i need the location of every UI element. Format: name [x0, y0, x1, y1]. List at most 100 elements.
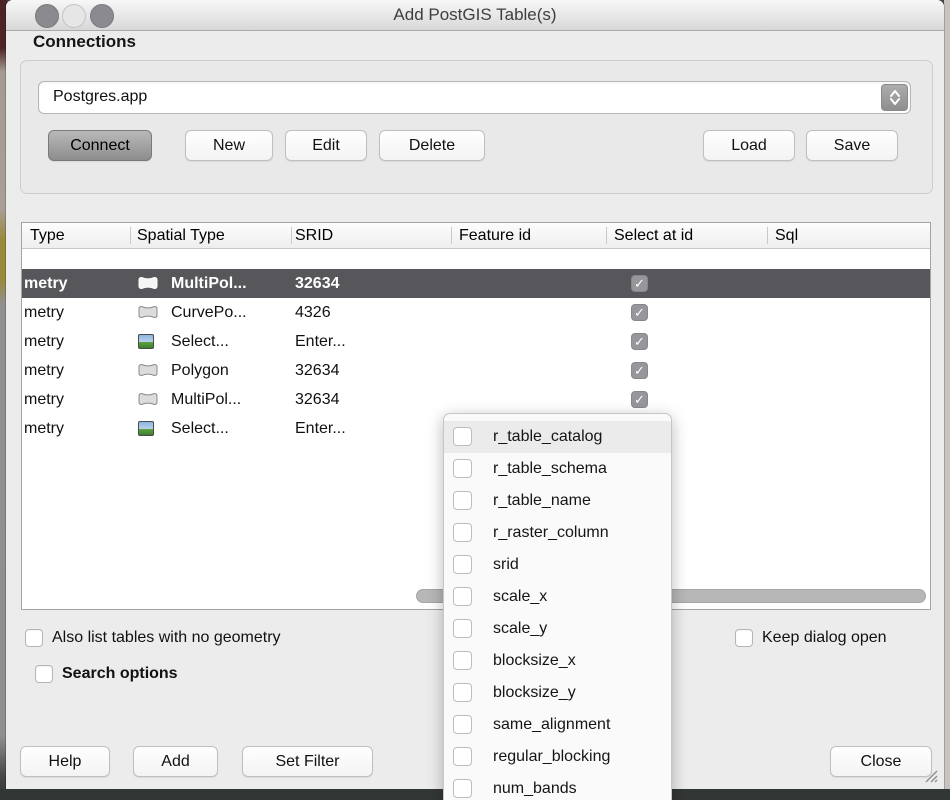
cell-type: metry: [24, 414, 64, 443]
popup-item-checkbox[interactable]: [453, 427, 472, 446]
popup-list-item[interactable]: scale_y: [444, 613, 671, 645]
column-separator: [130, 227, 131, 244]
polygon-icon: [137, 276, 159, 290]
table-row[interactable]: metry MultiPol... 32634: [22, 269, 930, 298]
table-header: Type Spatial Type SRID Feature id Select…: [22, 223, 930, 249]
popup-item-label: blocksize_y: [493, 677, 576, 709]
column-header-sql[interactable]: Sql: [775, 223, 798, 248]
cell-srid: 4326: [295, 298, 331, 327]
popup-list-item[interactable]: r_table_name: [444, 485, 671, 517]
combobox-stepper[interactable]: [881, 84, 908, 111]
popup-item-label: blocksize_x: [493, 645, 576, 677]
popup-item-label: r_table_catalog: [493, 421, 602, 453]
keep-dialog-open-checkbox[interactable]: [735, 629, 753, 647]
popup-list-item[interactable]: scale_x: [444, 581, 671, 613]
table-row[interactable]: metry Select... Enter...: [22, 327, 930, 356]
popup-item-checkbox[interactable]: [453, 491, 472, 510]
cell-spatial-type: MultiPol...: [171, 269, 247, 298]
popup-list-item[interactable]: blocksize_y: [444, 677, 671, 709]
popup-list-item[interactable]: same_alignment: [444, 709, 671, 741]
select-at-id-checkbox[interactable]: [631, 275, 648, 292]
cell-type: metry: [24, 385, 64, 414]
polygon-icon: [137, 305, 159, 319]
popup-item-label: scale_x: [493, 581, 547, 613]
resize-grip-icon[interactable]: [920, 765, 940, 785]
popup-item-label: r_raster_column: [493, 517, 609, 549]
popup-list-item[interactable]: r_raster_column: [444, 517, 671, 549]
popup-item-label: regular_blocking: [493, 741, 610, 773]
cell-spatial-type: Polygon: [171, 356, 229, 385]
column-separator: [606, 227, 607, 244]
connection-combobox[interactable]: Postgres.app: [38, 81, 911, 114]
popup-list-item[interactable]: r_table_catalog: [444, 421, 671, 453]
also-list-tables-checkbox[interactable]: [25, 629, 43, 647]
keep-dialog-open-label: Keep dialog open: [762, 629, 887, 647]
popup-list-item[interactable]: blocksize_x: [444, 645, 671, 677]
connection-combobox-value: Postgres.app: [53, 82, 147, 112]
add-button[interactable]: Add: [133, 746, 218, 777]
select-at-id-checkbox[interactable]: [631, 304, 648, 321]
column-header-select-at-id[interactable]: Select at id: [614, 223, 693, 248]
column-header-feature-id[interactable]: Feature id: [459, 223, 531, 248]
cell-spatial-type: CurvePo...: [171, 298, 247, 327]
help-button[interactable]: Help: [20, 746, 110, 777]
raster-icon: [138, 421, 154, 436]
select-at-id-checkbox[interactable]: [631, 333, 648, 350]
column-separator: [451, 227, 452, 244]
edit-button[interactable]: Edit: [285, 130, 367, 161]
search-options-checkbox[interactable]: [35, 665, 53, 683]
popup-item-checkbox[interactable]: [453, 555, 472, 574]
connections-group-label: Connections: [33, 32, 136, 52]
set-filter-button[interactable]: Set Filter: [242, 746, 373, 777]
popup-list-item[interactable]: num_bands: [444, 773, 671, 800]
cell-srid: Enter...: [295, 327, 346, 356]
popup-item-checkbox[interactable]: [453, 779, 472, 798]
popup-item-label: srid: [493, 549, 519, 581]
window-title: Add PostGIS Table(s): [6, 0, 944, 30]
cell-srid: 32634: [295, 356, 340, 385]
popup-item-label: same_alignment: [493, 709, 610, 741]
popup-list-item[interactable]: srid: [444, 549, 671, 581]
column-separator: [291, 227, 292, 244]
cell-type: metry: [24, 269, 68, 298]
new-button[interactable]: New: [185, 130, 273, 161]
search-options-label: Search options: [62, 665, 178, 683]
column-header-spatial-type[interactable]: Spatial Type: [137, 223, 225, 248]
save-button[interactable]: Save: [806, 130, 898, 161]
cell-spatial-type: Select...: [171, 414, 229, 443]
load-button[interactable]: Load: [703, 130, 795, 161]
popup-item-checkbox[interactable]: [453, 683, 472, 702]
also-list-tables-label: Also list tables with no geometry: [52, 629, 281, 647]
cell-spatial-type: MultiPol...: [171, 385, 241, 414]
desktop-edge-right: [944, 0, 950, 800]
chevron-up-icon: [889, 89, 901, 97]
table-row[interactable]: metry Polygon 32634: [22, 356, 930, 385]
chevron-down-icon: [889, 98, 901, 106]
popup-item-checkbox[interactable]: [453, 651, 472, 670]
popup-list-item[interactable]: regular_blocking: [444, 741, 671, 773]
popup-item-checkbox[interactable]: [453, 587, 472, 606]
delete-button[interactable]: Delete: [379, 130, 485, 161]
popup-item-checkbox[interactable]: [453, 747, 472, 766]
cell-type: metry: [24, 327, 64, 356]
polygon-icon: [137, 392, 159, 406]
connect-button[interactable]: Connect: [48, 130, 152, 161]
select-at-id-checkbox[interactable]: [631, 362, 648, 379]
column-header-type[interactable]: Type: [30, 223, 65, 248]
popup-item-checkbox[interactable]: [453, 523, 472, 542]
popup-item-checkbox[interactable]: [453, 715, 472, 734]
table-row[interactable]: metry CurvePo... 4326: [22, 298, 930, 327]
table-row[interactable]: metry MultiPol... 32634: [22, 385, 930, 414]
titlebar: Add PostGIS Table(s): [6, 0, 944, 31]
raster-icon: [138, 334, 154, 349]
popup-item-checkbox[interactable]: [453, 459, 472, 478]
popup-item-checkbox[interactable]: [453, 619, 472, 638]
select-at-id-checkbox[interactable]: [631, 391, 648, 408]
popup-list-item[interactable]: r_table_schema: [444, 453, 671, 485]
close-button[interactable]: Close: [830, 746, 932, 777]
polygon-icon: [137, 363, 159, 377]
column-header-srid[interactable]: SRID: [295, 223, 333, 248]
column-separator: [767, 227, 768, 244]
popup-item-label: r_table_name: [493, 485, 591, 517]
popup-item-label: r_table_schema: [493, 453, 607, 485]
